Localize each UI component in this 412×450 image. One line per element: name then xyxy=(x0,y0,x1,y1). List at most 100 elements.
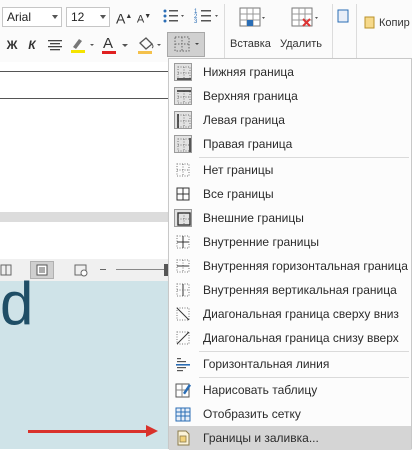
menu-item-label: Внутренняя горизонтальная граница xyxy=(203,259,408,273)
bullet-list-icon xyxy=(163,9,184,23)
menu-item-label: Все границы xyxy=(203,187,274,201)
align-center-button[interactable] xyxy=(46,37,64,53)
view-gridlines-icon xyxy=(175,407,191,422)
highlight-color-button[interactable] xyxy=(68,36,98,54)
delete-button[interactable]: Удалить xyxy=(278,4,328,58)
menu-item-horizontal-line[interactable]: Горизонтальная линия xyxy=(169,352,411,376)
menu-item-label: Внутренняя вертикальная граница xyxy=(203,283,397,297)
borders-and-shading-icon xyxy=(177,430,190,446)
menu-item-label: Нижняя граница xyxy=(203,65,294,79)
font-color-button[interactable]: A xyxy=(100,35,130,55)
inside-vertical-border-icon xyxy=(176,283,190,297)
document-area xyxy=(0,62,170,212)
menu-item-label: Горизонтальная линия xyxy=(203,357,330,371)
insert-button[interactable]: Вставка xyxy=(228,4,274,58)
menu-item-label: Верхняя граница xyxy=(203,89,298,103)
group-separator xyxy=(356,4,357,58)
group-separator xyxy=(224,4,225,58)
outside-borders-icon xyxy=(174,209,192,227)
menu-item-draw-table[interactable]: Нарисовать таблицу xyxy=(169,378,411,402)
menu-item-label: Внешние границы xyxy=(203,211,304,225)
menu-item-left-border[interactable]: Левая граница xyxy=(169,108,411,132)
all-borders-icon xyxy=(176,187,190,201)
font-size-value: 12 xyxy=(71,10,85,24)
menu-item-label: Диагональная граница сверху вниз xyxy=(203,307,399,321)
copy-icon xyxy=(364,16,375,29)
slide-text: d xyxy=(0,270,34,337)
insert-label: Вставка xyxy=(230,38,271,50)
web-layout-icon[interactable] xyxy=(72,262,90,278)
chevron-down-icon xyxy=(52,15,58,19)
inside-horizontal-border-icon xyxy=(176,259,190,273)
menu-item-outside-borders[interactable]: Внешние границы xyxy=(169,206,411,230)
menu-item-inside-borders[interactable]: Внутренние границы xyxy=(169,230,411,254)
bullets-button[interactable] xyxy=(160,6,188,26)
zoom-out-icon[interactable] xyxy=(100,269,106,270)
document-bottom-bar xyxy=(0,212,170,222)
menu-item-no-border[interactable]: Нет границы xyxy=(169,158,411,182)
borders-icon xyxy=(174,36,199,52)
menu-item-top-border[interactable]: Верхняя граница xyxy=(169,84,411,108)
table-border-line xyxy=(0,98,170,99)
annotation-arrow-head-icon xyxy=(146,425,158,437)
border-top-icon xyxy=(174,87,192,105)
delete-label: Удалить xyxy=(280,38,322,50)
insert-cells-icon xyxy=(239,7,265,27)
menu-item-all-borders[interactable]: Все границы xyxy=(169,182,411,206)
menu-item-borders-and-shading[interactable]: Границы и заливка... xyxy=(169,426,411,450)
draw-table-icon xyxy=(175,383,191,398)
numbering-button[interactable]: 1 2 3 xyxy=(192,6,222,26)
numbered-list-icon: 1 2 3 xyxy=(194,9,218,25)
border-left-icon xyxy=(174,111,192,129)
menu-item-bottom-border[interactable]: Нижняя граница xyxy=(169,60,411,84)
menu-item-label: Внутренние границы xyxy=(203,235,319,249)
menu-item-label: Границы и заливка... xyxy=(203,431,319,445)
copy-label: Копир xyxy=(379,17,410,29)
print-layout-icon xyxy=(36,264,48,276)
chevron-down-icon xyxy=(122,44,128,47)
zoom-slider[interactable] xyxy=(116,269,170,270)
highlighter-icon xyxy=(71,39,94,53)
svg-text:3: 3 xyxy=(194,19,198,25)
italic-label: К xyxy=(28,38,36,52)
diagonal-up-border-icon xyxy=(176,331,190,345)
borders-button[interactable] xyxy=(167,32,205,57)
border-right-icon xyxy=(174,135,192,153)
side-panel-button[interactable] xyxy=(336,4,352,26)
print-layout-button[interactable] xyxy=(30,261,54,279)
ribbon: Arial 12 A▲ A▼ 1 2 3 Ж К A Вставка Удали… xyxy=(0,0,412,63)
menu-item-diagonal-up-border[interactable]: Диагональная граница снизу вверх xyxy=(169,326,411,350)
inside-borders-icon xyxy=(176,235,190,249)
menu-item-label: Левая граница xyxy=(203,113,285,127)
menu-item-view-gridlines[interactable]: Отобразить сетку xyxy=(169,402,411,426)
border-bottom-icon xyxy=(174,63,192,81)
font-name-combo[interactable]: Arial xyxy=(2,7,62,27)
menu-item-inside-vertical-border[interactable]: Внутренняя вертикальная граница xyxy=(169,278,411,302)
font-color-swatch xyxy=(102,51,116,54)
bold-button[interactable]: Ж xyxy=(4,36,20,54)
fill-color-button[interactable] xyxy=(136,35,164,55)
grow-font-button[interactable]: A▲ xyxy=(116,8,132,28)
delete-cells-icon xyxy=(291,7,318,27)
menu-item-label: Диагональная граница снизу вверх xyxy=(203,331,399,345)
menu-item-label: Нарисовать таблицу xyxy=(203,383,318,397)
menu-item-label: Отобразить сетку xyxy=(203,407,301,421)
font-name-value: Arial xyxy=(7,10,32,24)
no-border-icon xyxy=(176,163,190,177)
diagonal-down-border-icon xyxy=(176,307,190,321)
menu-item-inside-horizontal-border[interactable]: Внутренняя горизонтальная граница xyxy=(169,254,411,278)
menu-item-diagonal-down-border[interactable]: Диагональная граница сверху вниз xyxy=(169,302,411,326)
panel-icon xyxy=(337,9,349,23)
font-size-combo[interactable]: 12 xyxy=(66,7,110,27)
menu-item-right-border[interactable]: Правая граница xyxy=(169,132,411,156)
italic-button[interactable]: К xyxy=(24,36,40,54)
menu-item-label: Правая граница xyxy=(203,137,293,151)
borders-dropdown-menu: Нижняя граница Верхняя граница Левая гра… xyxy=(168,58,412,450)
chevron-down-icon xyxy=(100,15,106,19)
shrink-font-button[interactable]: A▼ xyxy=(136,8,152,29)
group-separator xyxy=(332,4,333,58)
table-border-line xyxy=(0,71,170,72)
font-color-icon: A xyxy=(103,35,114,52)
annotation-arrow-icon xyxy=(28,430,148,433)
copy-button[interactable]: Копир xyxy=(362,14,412,32)
